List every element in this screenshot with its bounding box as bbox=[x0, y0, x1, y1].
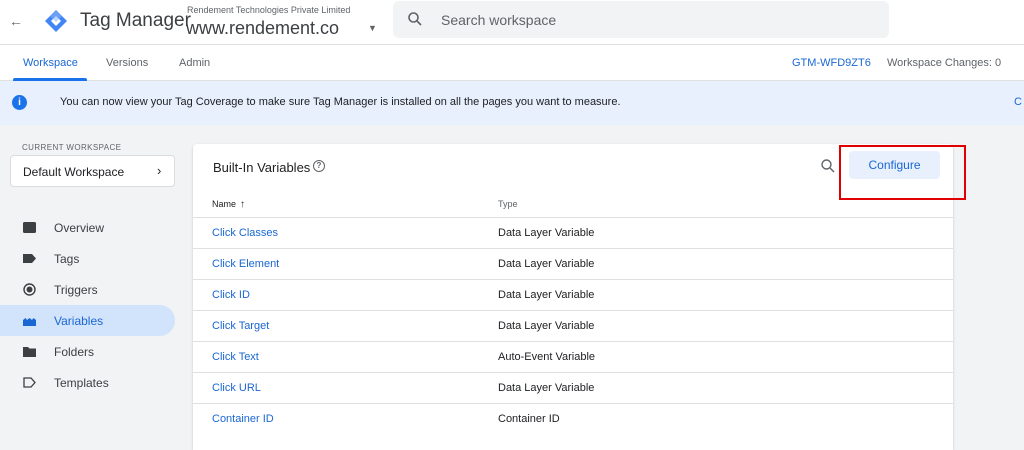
variable-type: Data Layer Variable bbox=[498, 258, 595, 270]
card-title: Built-In Variables bbox=[213, 160, 311, 175]
banner-action-link[interactable]: C bbox=[1014, 96, 1022, 108]
container-name[interactable]: www.rendement.co bbox=[186, 18, 339, 39]
variable-name-link[interactable]: Click ID bbox=[212, 289, 250, 301]
current-workspace-label: CURRENT WORKSPACE bbox=[22, 143, 122, 152]
variable-name-link[interactable]: Click Element bbox=[212, 258, 279, 270]
variable-type: Data Layer Variable bbox=[498, 320, 595, 332]
search-icon bbox=[408, 12, 422, 26]
templates-icon bbox=[23, 377, 36, 388]
variable-name-link[interactable]: Click Classes bbox=[212, 227, 278, 239]
container-id-link[interactable]: GTM-WFD9ZT6 bbox=[792, 57, 871, 69]
info-icon: i bbox=[12, 95, 27, 110]
variables-icon bbox=[23, 318, 36, 326]
back-arrow-icon[interactable]: ← bbox=[9, 13, 23, 29]
variable-type: Data Layer Variable bbox=[498, 382, 595, 394]
workspace-tab-bar: Workspace Versions Admin GTM-WFD9ZT6 Wor… bbox=[0, 44, 1024, 81]
sidebar-item-overview[interactable]: Overview bbox=[0, 212, 175, 243]
app-title: Tag Manager bbox=[80, 10, 191, 31]
workspace-selector[interactable]: Default Workspace › bbox=[10, 155, 175, 187]
variable-name-link[interactable]: Click Text bbox=[212, 351, 259, 363]
overview-icon bbox=[23, 222, 36, 233]
tag-icon bbox=[23, 254, 36, 263]
gtm-logo-icon bbox=[45, 10, 67, 32]
workspace-changes: Workspace Changes: 0 bbox=[887, 57, 1002, 69]
sidebar-item-label: Variables bbox=[54, 314, 104, 328]
workspace-selector-label: Default Workspace bbox=[23, 165, 125, 179]
sort-ascending-icon: ↑ bbox=[240, 199, 246, 210]
table-row[interactable]: Click URL Data Layer Variable bbox=[193, 372, 953, 403]
column-header-type[interactable]: Type bbox=[498, 199, 518, 209]
sidebar-item-variables[interactable]: Variables bbox=[0, 305, 175, 336]
folder-icon bbox=[23, 347, 36, 357]
variable-name-link[interactable]: Container ID bbox=[212, 413, 274, 425]
sidebar-item-label: Overview bbox=[54, 221, 105, 235]
search-placeholder: Search workspace bbox=[441, 12, 557, 28]
container-dropdown-icon[interactable]: ▼ bbox=[368, 23, 377, 33]
column-header-name[interactable]: Name ↑ bbox=[212, 199, 245, 210]
configure-highlight-box bbox=[839, 145, 966, 200]
table-row[interactable]: Click Target Data Layer Variable bbox=[193, 310, 953, 341]
account-name[interactable]: Rendement Technologies Private Limited bbox=[187, 5, 350, 15]
banner-text: You can now view your Tag Coverage to ma… bbox=[60, 96, 621, 108]
table-row[interactable]: Click Classes Data Layer Variable bbox=[193, 217, 953, 248]
sidebar-item-label: Folders bbox=[54, 345, 95, 359]
table-row[interactable]: Click Text Auto-Event Variable bbox=[193, 341, 953, 372]
sidebar-item-label: Triggers bbox=[54, 283, 98, 297]
variable-type: Container ID bbox=[498, 413, 560, 425]
variable-type: Data Layer Variable bbox=[498, 289, 595, 301]
sidebar-item-tags[interactable]: Tags bbox=[0, 243, 175, 274]
column-header-label: Name bbox=[212, 199, 237, 209]
sidebar-item-label: Templates bbox=[54, 376, 109, 390]
table-row[interactable]: Click Element Data Layer Variable bbox=[193, 248, 953, 279]
variable-name-link[interactable]: Click URL bbox=[212, 382, 261, 394]
variable-name-link[interactable]: Click Target bbox=[212, 320, 269, 332]
help-icon[interactable]: ? bbox=[313, 160, 325, 172]
variable-type: Data Layer Variable bbox=[498, 227, 595, 239]
search-icon[interactable] bbox=[820, 158, 836, 174]
tab-admin[interactable]: Admin bbox=[179, 57, 210, 69]
variable-type: Auto-Event Variable bbox=[498, 351, 596, 363]
sidebar-item-triggers[interactable]: Triggers bbox=[0, 274, 175, 305]
sidebar-item-folders[interactable]: Folders bbox=[0, 336, 175, 367]
sidebar-item-templates[interactable]: Templates bbox=[0, 367, 175, 398]
search-input[interactable]: Search workspace bbox=[393, 1, 889, 38]
table-row[interactable]: Click ID Data Layer Variable bbox=[193, 279, 953, 310]
app-header: ← Tag Manager Rendement Technologies Pri… bbox=[0, 0, 1024, 44]
table-row[interactable]: Container ID Container ID bbox=[193, 403, 953, 434]
tab-versions[interactable]: Versions bbox=[106, 57, 148, 69]
trigger-icon bbox=[23, 283, 36, 296]
chevron-right-icon: › bbox=[157, 163, 162, 178]
info-banner: i You can now view your Tag Coverage to … bbox=[0, 81, 1024, 125]
sidebar-item-label: Tags bbox=[54, 252, 80, 266]
tab-workspace[interactable]: Workspace bbox=[23, 57, 78, 69]
